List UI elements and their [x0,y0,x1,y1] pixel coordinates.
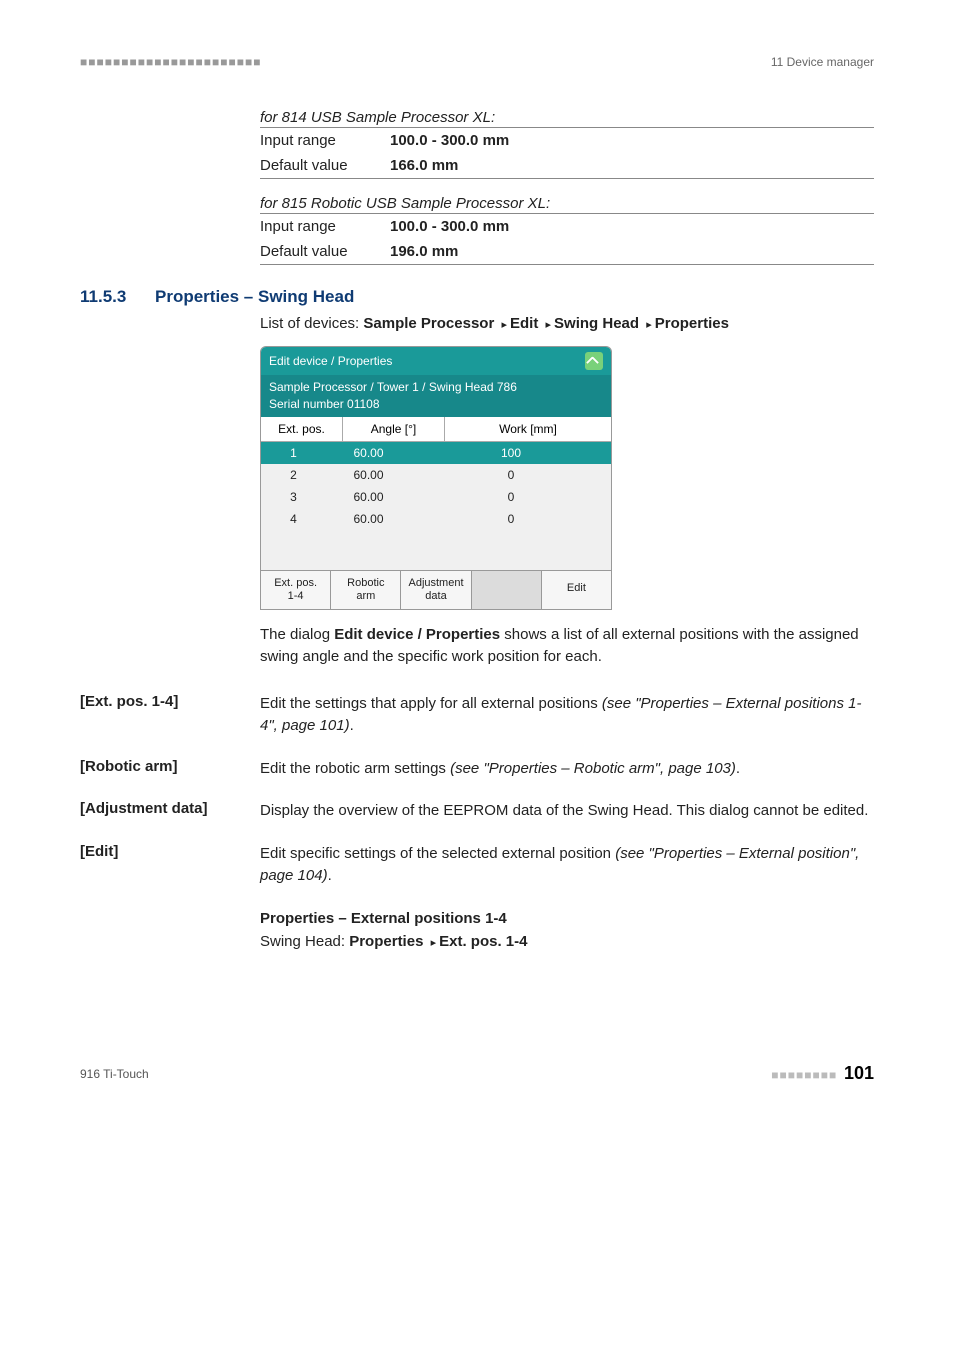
row-label: Default value [260,153,390,179]
section-heading: 11.5.3 Properties – Swing Head [80,287,874,307]
dialog-title: Edit device / Properties [269,354,392,368]
edit-button[interactable]: Edit [542,571,611,609]
table-815: Input range 100.0 - 300.0 mm Default val… [260,212,874,265]
item-adjustment-data: [Adjustment data] Display the overview o… [80,790,874,823]
row-label: Default value [260,239,390,265]
blank-button [472,571,542,609]
ext-pos-button[interactable]: Ext. pos. 1-4 [261,571,331,609]
page-footer: 916 Ti-Touch ■■■■■■■■ 101 [80,1063,874,1084]
item-ext-pos: [Ext. pos. 1-4] Edit the settings that a… [80,683,874,738]
intro-paragraph: The dialog Edit device / Properties show… [260,624,874,669]
header-dots-left: ■■■■■■■■■■■■■■■■■■■■■■ [80,55,261,69]
dialog-subtitle: Sample Processor / Tower 1 / Swing Head … [269,379,603,396]
page-header: ■■■■■■■■■■■■■■■■■■■■■■ 11 Device manager [80,55,874,69]
caption-814: for 814 USB Sample Processor XL: [260,109,874,126]
subheading: Properties – External positions 1-4 [260,910,874,927]
table-header: Ext. pos. Angle [°] Work [mm] [261,417,611,442]
section-title: Properties – Swing Head [155,287,354,307]
robotic-arm-button[interactable]: Robotic arm [331,571,401,609]
dialog-serial: Serial number 01108 [269,396,603,413]
breadcrumb: List of devices: Sample Processor Edit S… [260,315,874,332]
page-number: 101 [844,1063,874,1083]
caption-815: for 815 Robotic USB Sample Processor XL: [260,195,874,212]
table-row[interactable]: 4 60.00 0 [261,508,611,530]
dialog-screenshot: Edit device / Properties Sample Processo… [260,346,612,610]
help-icon[interactable] [585,352,603,370]
section-number: 11.5.3 [80,287,155,307]
header-chapter: 11 Device manager [771,55,874,69]
table-row[interactable]: 2 60.00 0 [261,464,611,486]
row-value: 196.0 mm [390,239,874,265]
footer-dots: ■■■■■■■■ [771,1068,837,1082]
table-814: Input range 100.0 - 300.0 mm Default val… [260,126,874,179]
adjustment-data-button[interactable]: Adjustment data [401,571,471,609]
row-value: 100.0 - 300.0 mm [390,214,874,240]
row-label: Input range [260,128,390,154]
row-value: 100.0 - 300.0 mm [390,128,874,154]
row-label: Input range [260,214,390,240]
item-edit: [Edit] Edit specific settings of the sel… [80,833,874,888]
footer-model: 916 Ti-Touch [80,1067,149,1081]
table-row[interactable]: 3 60.00 0 [261,486,611,508]
item-robotic-arm: [Robotic arm] Edit the robotic arm setti… [80,748,874,781]
table-row[interactable]: 1 60.00 100 [261,442,611,464]
nav2: Swing Head: Properties Ext. pos. 1-4 [260,931,874,954]
row-value: 166.0 mm [390,153,874,179]
